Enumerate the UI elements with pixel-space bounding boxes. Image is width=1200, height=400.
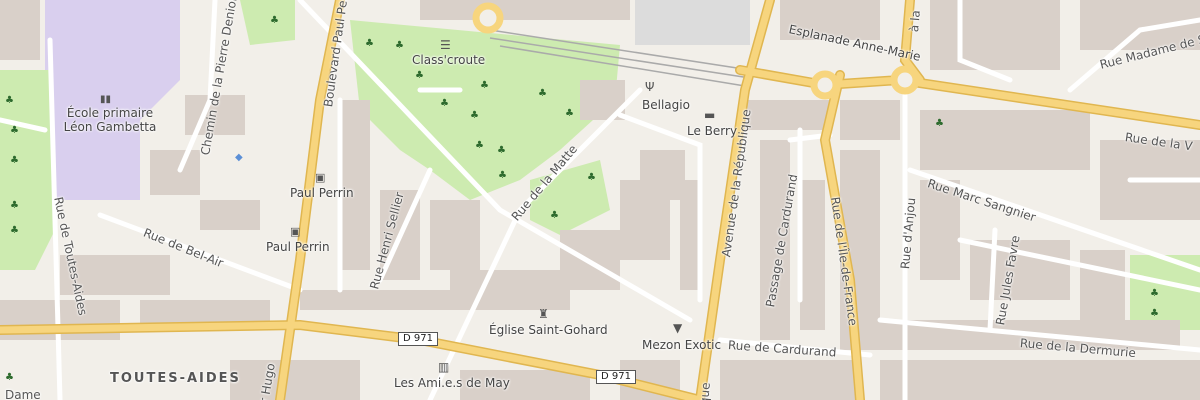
tree-icon: ♣ bbox=[10, 200, 19, 211]
bus-stop-icon[interactable]: ▣ bbox=[290, 226, 300, 237]
tree-icon: ♣ bbox=[498, 170, 507, 181]
tree-icon: ♣ bbox=[565, 108, 574, 119]
tree-icon: ♣ bbox=[10, 225, 19, 236]
shopping-basket-icon: ▼ bbox=[673, 321, 683, 335]
road-shield: D 971 bbox=[596, 370, 636, 384]
church-icon: ♜ bbox=[538, 307, 549, 321]
map-canvas[interactable]: ♣ ♣ ♣ ♣ ♣ ♣ ♣ ♣ ♣ ♣ ♣ ♣ ♣ ♣ ♣ ♣ ♣ ♣ ♣ ♣ … bbox=[0, 0, 1200, 400]
hotel-label[interactable]: Le Berry bbox=[687, 124, 737, 138]
street-label: que bbox=[697, 381, 713, 400]
tree-icon: ♣ bbox=[470, 110, 479, 121]
snack-label[interactable]: Class'croute bbox=[412, 53, 485, 67]
church-label[interactable]: Église Saint-Gohard bbox=[489, 323, 608, 337]
bed-icon: ▬ bbox=[704, 108, 716, 122]
tree-icon: ♣ bbox=[935, 118, 944, 129]
bus-stop-label[interactable]: Paul Perrin bbox=[290, 186, 354, 200]
tree-icon: ♣ bbox=[10, 125, 19, 136]
tree-icon: ♣ bbox=[10, 155, 19, 166]
tree-icon: ♣ bbox=[270, 15, 279, 26]
road-shield: D 971 bbox=[398, 332, 438, 346]
fork-knife-icon: Ψ bbox=[645, 80, 655, 94]
tree-icon: ♣ bbox=[538, 88, 547, 99]
water-icon: ◆ bbox=[235, 152, 243, 163]
street-label: à la bbox=[907, 9, 923, 33]
shop-label[interactable]: Mezon Exotic bbox=[642, 338, 721, 352]
school-icon: ▮▮ bbox=[100, 94, 112, 105]
tree-icon: ♣ bbox=[5, 95, 14, 106]
station-area bbox=[635, 0, 750, 45]
school-label[interactable]: École primaire Léon Gambetta bbox=[60, 106, 160, 134]
tree-icon: ♣ bbox=[415, 70, 424, 81]
district-label: TOUTES-AIDES bbox=[110, 371, 241, 386]
tree-icon: ♣ bbox=[480, 80, 489, 91]
tree-icon: ♣ bbox=[440, 98, 449, 109]
tree-icon: ♣ bbox=[587, 172, 596, 183]
tree-icon: ♣ bbox=[5, 372, 14, 383]
bus-stop-label[interactable]: Paul Perrin bbox=[266, 240, 330, 254]
institution-icon: ▥ bbox=[438, 360, 450, 374]
street-label: Dame bbox=[5, 388, 41, 400]
tree-icon: ♣ bbox=[1150, 308, 1159, 319]
tree-icon: ♣ bbox=[365, 38, 374, 49]
tree-icon: ♣ bbox=[497, 145, 506, 156]
tree-icon: ♣ bbox=[475, 140, 484, 151]
tree-icon: ♣ bbox=[395, 40, 404, 51]
tree-icon: ♣ bbox=[1150, 288, 1159, 299]
tree-icon: ♣ bbox=[550, 210, 559, 221]
association-label[interactable]: Les Ami.e.s de May bbox=[394, 376, 510, 390]
bellagio-label[interactable]: Bellagio bbox=[642, 98, 690, 112]
fast-food-icon: ☰ bbox=[440, 38, 451, 52]
bus-stop-icon[interactable]: ▣ bbox=[315, 172, 325, 183]
